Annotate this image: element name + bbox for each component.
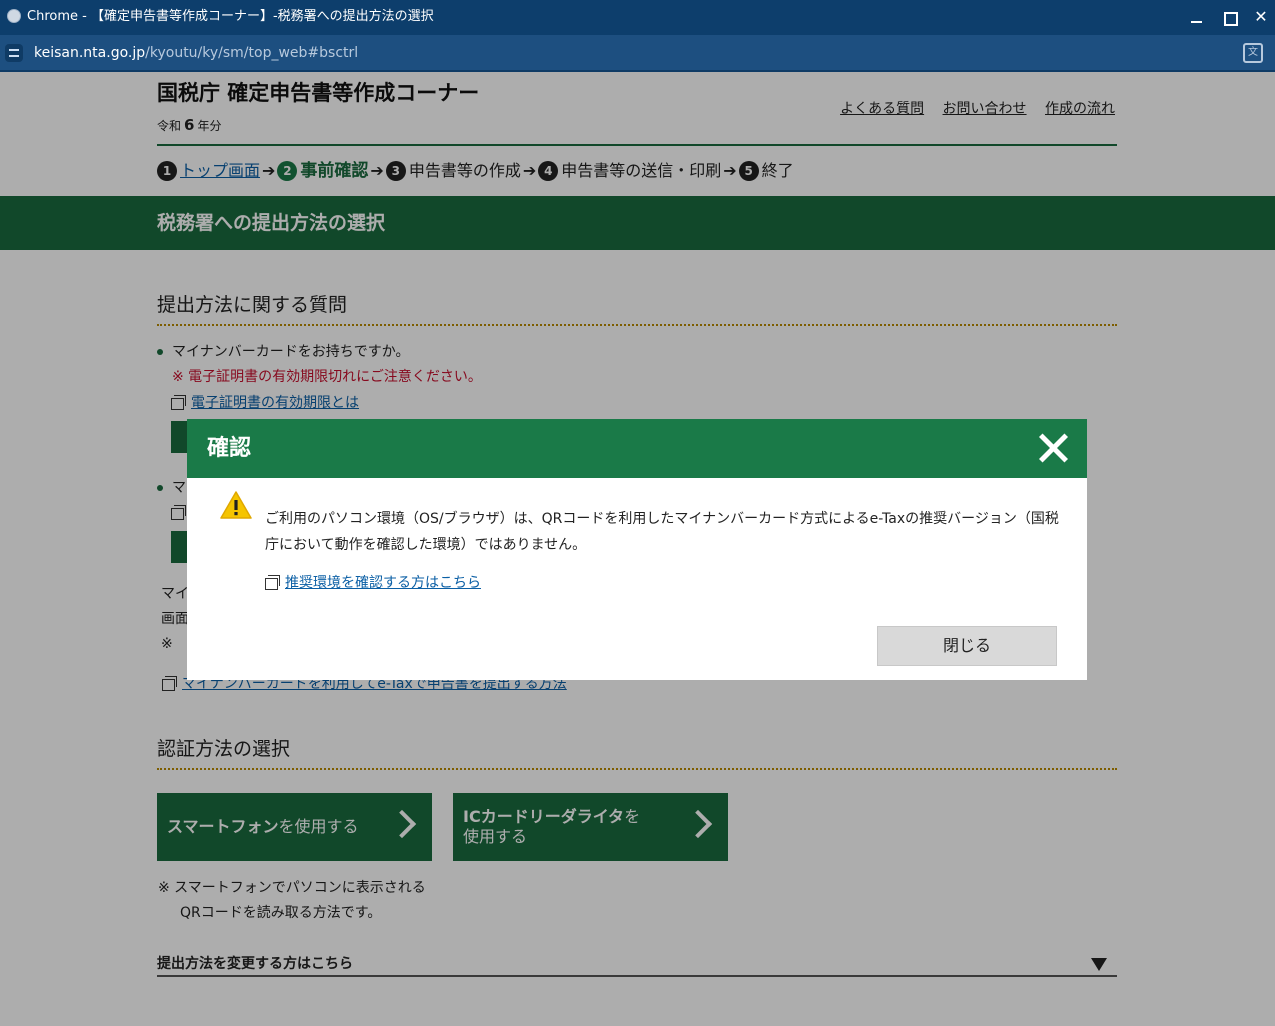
close-dialog-button[interactable]: 閉じる [877,626,1057,666]
dialog-message: ご利用のパソコン環境（OS/ブラウザ）は、QRコードを利用したマイナンバーカード… [265,511,1059,553]
site-info-icon[interactable] [5,44,23,62]
close-window-button[interactable]: ✕ [1247,4,1275,30]
globe-icon [7,9,21,23]
recommended-env-link[interactable]: 推奨環境を確認する方はこちら [285,575,481,591]
window-titlebar: Chrome - 【確定申告書等作成コーナー】-税務署への提出方法の選択 ✕ [0,0,1275,35]
recommended-env-link-item: 推奨環境を確認する方はこちら [265,573,481,593]
confirm-dialog: 確認 ご利用のパソコン環境（OS/ブラウザ）は、QRコードを利用したマイナンバー… [187,419,1087,680]
url-path: /kyoutu/ky/sm/top_web#bsctrl [145,45,359,61]
address-bar: keisan.nta.go.jp/kyoutu/ky/sm/top_web#bs… [0,35,1275,72]
minimize-button[interactable] [1183,4,1211,30]
url-field[interactable]: keisan.nta.go.jp/kyoutu/ky/sm/top_web#bs… [34,44,358,62]
window-title: Chrome - 【確定申告書等作成コーナー】-税務署への提出方法の選択 [27,9,434,24]
dialog-title: 確認 [207,436,252,461]
warning-icon [220,491,252,519]
dialog-header: 確認 [187,419,1087,478]
translate-icon[interactable]: 文 [1243,43,1263,63]
url-host: keisan.nta.go.jp [34,45,146,61]
maximize-button[interactable] [1215,4,1243,30]
close-icon[interactable] [1037,432,1069,464]
